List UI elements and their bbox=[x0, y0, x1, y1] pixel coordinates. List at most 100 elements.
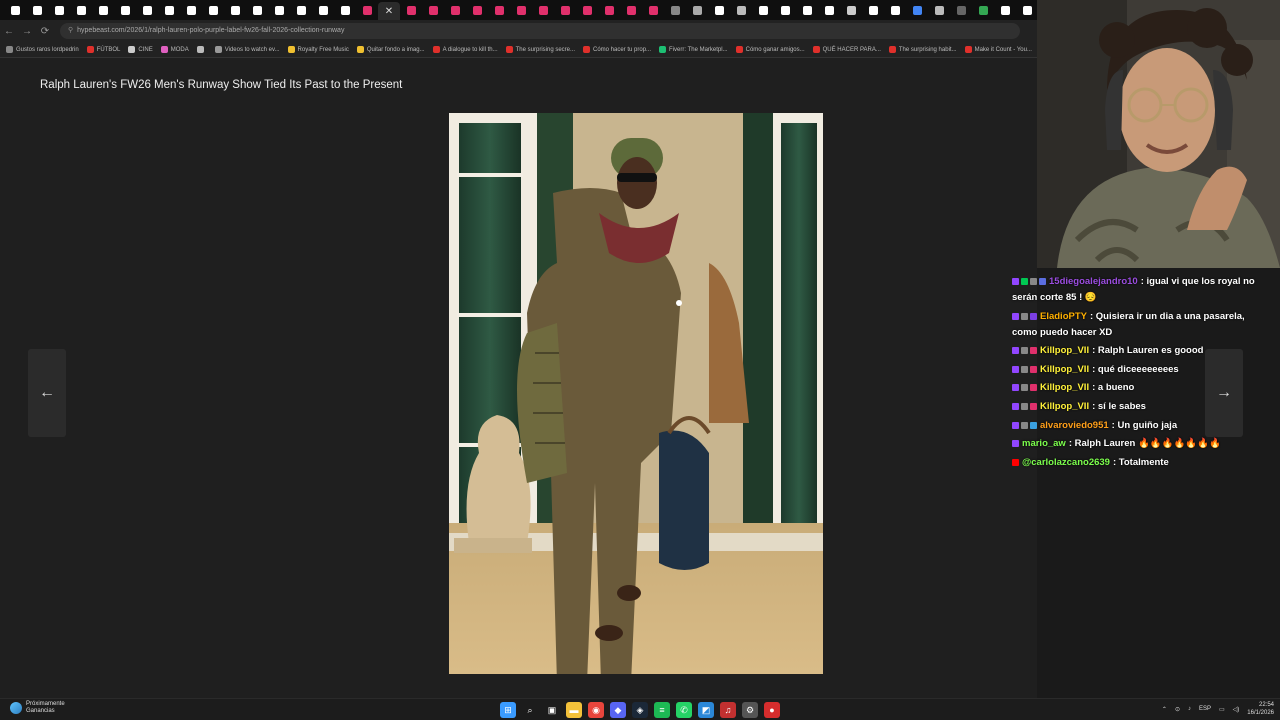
browser-tab[interactable] bbox=[334, 0, 356, 20]
bookmark-label: Fiverr: The Marketpl... bbox=[669, 46, 728, 53]
whatsapp-icon[interactable]: ✆ bbox=[676, 702, 692, 718]
site-info-icon[interactable]: ⚲ bbox=[68, 27, 73, 34]
close-tab-icon[interactable]: ✕ bbox=[385, 6, 393, 17]
browser-tab[interactable] bbox=[598, 0, 620, 20]
volume-icon[interactable]: ◁) bbox=[1233, 706, 1240, 713]
previous-slide-button[interactable]: ← bbox=[28, 349, 66, 437]
bookmark-item[interactable]: Make it Count - You... bbox=[964, 46, 1032, 53]
settings-icon[interactable]: ⚙ bbox=[742, 702, 758, 718]
browser-tab[interactable] bbox=[532, 0, 554, 20]
bookmark-item[interactable]: Cómo ganar amigos... bbox=[735, 46, 805, 53]
browser-tab[interactable] bbox=[928, 0, 950, 20]
search-icon[interactable]: ⌕ bbox=[522, 702, 538, 718]
browser-tab[interactable] bbox=[268, 0, 290, 20]
browser-tab[interactable] bbox=[48, 0, 70, 20]
language-indicator[interactable]: ESP bbox=[1199, 706, 1211, 712]
browser-tab[interactable] bbox=[576, 0, 598, 20]
browser-tab[interactable] bbox=[114, 0, 136, 20]
bookmark-item[interactable]: Cómo hacer tu prop... bbox=[583, 46, 651, 53]
browser-tab[interactable] bbox=[840, 0, 862, 20]
browser-tab[interactable] bbox=[796, 0, 818, 20]
url-field[interactable]: ⚲ hypebeast.com/2026/1/ralph-lauren-polo-… bbox=[60, 23, 1020, 39]
browser-tab[interactable] bbox=[400, 0, 422, 20]
windows-start-icon[interactable]: ⊞ bbox=[500, 702, 516, 718]
task-view-icon[interactable]: ▣ bbox=[544, 702, 560, 718]
browser-tab[interactable] bbox=[818, 0, 840, 20]
microphone-icon[interactable]: ♪ bbox=[1188, 706, 1191, 712]
app-icon[interactable]: ♫ bbox=[720, 702, 736, 718]
network-icon[interactable]: ⊙ bbox=[1175, 706, 1180, 713]
tray-overflow-icon[interactable]: ⌃ bbox=[1162, 706, 1167, 713]
bookmark-item[interactable]: A dialogue to kill th... bbox=[432, 46, 498, 53]
browser-tab[interactable] bbox=[884, 0, 906, 20]
bookmark-item[interactable]: FÚTBOL bbox=[86, 46, 120, 53]
browser-tab[interactable] bbox=[730, 0, 752, 20]
bookmark-item[interactable]: Fiverr: The Marketpl... bbox=[659, 46, 728, 53]
browser-tab[interactable] bbox=[950, 0, 972, 20]
browser-tab[interactable] bbox=[554, 0, 576, 20]
browser-tab[interactable] bbox=[202, 0, 224, 20]
browser-tab[interactable] bbox=[158, 0, 180, 20]
browser-tab[interactable] bbox=[1016, 0, 1038, 20]
browser-tab[interactable] bbox=[972, 0, 994, 20]
file-explorer-icon[interactable]: ▬ bbox=[566, 702, 582, 718]
bookmark-item[interactable]: MODA bbox=[160, 46, 189, 53]
browser-tab[interactable] bbox=[356, 0, 378, 20]
bookmark-item[interactable]: Quitar fondo a imag... bbox=[356, 46, 425, 53]
browser-tab[interactable] bbox=[620, 0, 642, 20]
clock[interactable]: 22:54 16/1/2026 bbox=[1247, 701, 1274, 717]
bookmark-item[interactable]: Royalty Free Music bbox=[287, 46, 349, 53]
bookmark-item[interactable]: QUÉ HACER PARA... bbox=[812, 46, 881, 53]
browser-tab[interactable] bbox=[862, 0, 884, 20]
browser-tab[interactable] bbox=[510, 0, 532, 20]
browser-tab[interactable] bbox=[642, 0, 664, 20]
discord-icon[interactable]: ◆ bbox=[610, 702, 626, 718]
browser-tab[interactable] bbox=[136, 0, 158, 20]
browser-tab[interactable] bbox=[466, 0, 488, 20]
spotify-icon[interactable]: ≡ bbox=[654, 702, 670, 718]
generic-favicon bbox=[846, 5, 856, 15]
browser-tab[interactable]: ✕ bbox=[378, 2, 400, 20]
bookmark-item[interactable]: CINE bbox=[128, 46, 153, 53]
browser-tab[interactable] bbox=[312, 0, 334, 20]
browser-tab[interactable] bbox=[92, 0, 114, 20]
bookmark-label: Gustos raros lordpedrin bbox=[16, 46, 79, 53]
steam-icon[interactable]: ◈ bbox=[632, 702, 648, 718]
browser-tab[interactable] bbox=[488, 0, 510, 20]
browser-tab[interactable] bbox=[70, 0, 92, 20]
browser-tab[interactable] bbox=[752, 0, 774, 20]
browser-tab[interactable] bbox=[26, 0, 48, 20]
obs-icon[interactable]: ● bbox=[764, 702, 780, 718]
browser-tab[interactable] bbox=[290, 0, 312, 20]
bookmark-item[interactable]: The surprising habit... bbox=[888, 46, 957, 53]
forward-button[interactable]: → bbox=[18, 26, 36, 37]
chrome-icon[interactable]: ◉ bbox=[588, 702, 604, 718]
instagram-favicon bbox=[516, 5, 526, 15]
browser-tab[interactable] bbox=[686, 0, 708, 20]
browser-tab[interactable] bbox=[4, 0, 26, 20]
bookmark-item[interactable]: Videos to watch ev... bbox=[214, 46, 280, 53]
bookmark-item[interactable]: The surprising secre... bbox=[505, 46, 575, 53]
bookmark-item[interactable] bbox=[196, 46, 207, 53]
chat-badge-icon bbox=[1012, 312, 1019, 320]
browser-tab[interactable] bbox=[422, 0, 444, 20]
browser-tab[interactable] bbox=[180, 0, 202, 20]
bookmark-item[interactable]: Gustos raros lordpedrin bbox=[6, 46, 79, 53]
photos-icon[interactable]: ◩ bbox=[698, 702, 714, 718]
browser-tab[interactable] bbox=[774, 0, 796, 20]
browser-tab[interactable] bbox=[708, 0, 730, 20]
browser-tab[interactable] bbox=[444, 0, 466, 20]
browser-tab[interactable] bbox=[246, 0, 268, 20]
reload-button[interactable]: ⟳ bbox=[36, 26, 54, 37]
browser-tab[interactable] bbox=[664, 0, 686, 20]
chat-badge-icon bbox=[1012, 347, 1019, 355]
browser-tab[interactable] bbox=[994, 0, 1016, 20]
widgets-button[interactable]: Próximamente Ganancias bbox=[10, 701, 65, 715]
address-bar-row: ← → ⟳ ⚲ hypebeast.com/2026/1/ralph-lauren… bbox=[0, 20, 1037, 42]
browser-tab[interactable] bbox=[224, 0, 246, 20]
monitor-icon[interactable]: ▭ bbox=[1219, 706, 1225, 713]
browser-tab[interactable] bbox=[906, 0, 928, 20]
back-button[interactable]: ← bbox=[0, 26, 18, 37]
hypebeast-favicon bbox=[98, 5, 108, 15]
chat-text: : Un guiño jaja bbox=[1111, 419, 1178, 431]
